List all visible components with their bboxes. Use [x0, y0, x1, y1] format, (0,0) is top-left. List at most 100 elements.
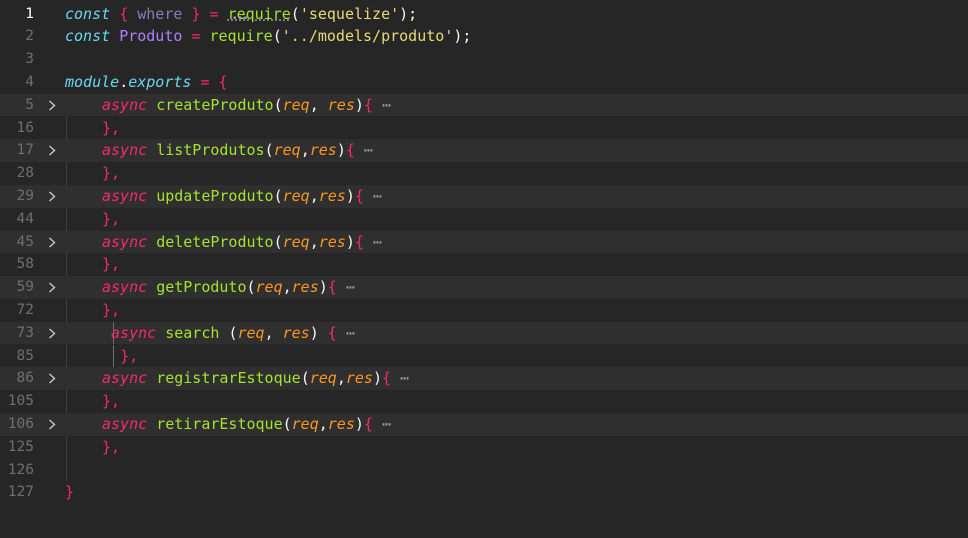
- code-text: async registrarEstoque(req,res){ ⋯: [102, 367, 409, 390]
- code-token: req: [291, 414, 319, 433]
- code-token: }: [65, 483, 75, 502]
- folded-region-ellipsis[interactable]: ⋯: [373, 96, 391, 114]
- line-number: 58: [16, 256, 34, 273]
- folded-region-ellipsis[interactable]: ⋯: [364, 233, 382, 251]
- code-token: async: [102, 95, 148, 114]
- code-editor[interactable]: 1 const { where } = require('sequelize');…: [0, 0, 968, 538]
- folded-region-ellipsis[interactable]: ⋯: [355, 141, 373, 159]
- folded-code-line[interactable]: 73 async search (req, res) { ⋯: [0, 321, 968, 345]
- line-number: 17: [16, 142, 34, 159]
- code-token: listProdutos: [156, 141, 265, 160]
- folded-code-line[interactable]: 86 async registrarEstoque(req,res){ ⋯: [0, 367, 968, 391]
- code-line[interactable]: 2 const Produto = require('../models/prod…: [0, 25, 968, 48]
- line-number: 45: [16, 233, 34, 250]
- line-number: 59: [16, 279, 34, 296]
- code-token: req: [282, 186, 310, 205]
- code-token: (: [290, 4, 300, 23]
- code-token: async: [102, 232, 148, 251]
- code-token: ,: [300, 141, 310, 160]
- code-token: ,: [336, 369, 346, 388]
- line-number: 105: [7, 393, 34, 410]
- line-number: 44: [16, 210, 34, 227]
- code-token: ,: [309, 232, 319, 251]
- code-token: (: [273, 186, 283, 205]
- code-token: where: [137, 4, 183, 23]
- code-line[interactable]: 58},: [0, 253, 968, 276]
- code-line[interactable]: 44},: [0, 208, 968, 231]
- folded-region-ellipsis[interactable]: ⋯: [337, 324, 355, 342]
- code-token: search: [165, 323, 220, 342]
- chevron-right-icon[interactable]: [44, 413, 60, 436]
- code-token: ): [345, 232, 355, 251]
- code-line[interactable]: 126: [0, 459, 968, 482]
- code-token: ): [354, 95, 364, 114]
- folded-code-line[interactable]: 106 async retirarEstoque(req,res){ ⋯: [0, 412, 968, 436]
- line-number: 106: [7, 415, 34, 432]
- code-token: sequelize: [308, 4, 391, 23]
- quick-fix-hint-dots[interactable]: •••: [232, 14, 248, 24]
- code-token: res: [327, 414, 355, 433]
- code-line[interactable]: 125},: [0, 436, 968, 459]
- code-token: =: [209, 4, 219, 23]
- folded-code-line[interactable]: 29 async updateProduto(req,res){ ⋯: [0, 184, 968, 208]
- code-line[interactable]: 28},: [0, 162, 968, 185]
- chevron-right-icon[interactable]: [44, 367, 60, 390]
- code-token: createProduto: [156, 95, 274, 114]
- code-token: res: [318, 186, 346, 205]
- code-text: const Produto = require('../models/produ…: [65, 25, 471, 48]
- code-token: (: [246, 278, 256, 297]
- code-token: ): [318, 278, 328, 297]
- code-line[interactable]: 72},: [0, 299, 968, 322]
- line-number: 5: [25, 96, 34, 113]
- code-line[interactable]: 16},: [0, 117, 968, 140]
- folded-code-line[interactable]: 45 async deleteProduto(req,res){ ⋯: [0, 230, 968, 254]
- code-line[interactable]: 1 const { where } = require('sequelize');: [0, 3, 968, 26]
- code-token: updateProduto: [156, 186, 274, 205]
- line-number: 3: [25, 51, 34, 68]
- code-token: async: [102, 278, 148, 297]
- code-token: req: [237, 323, 265, 342]
- code-token: ,: [282, 278, 292, 297]
- folded-region-ellipsis[interactable]: ⋯: [364, 187, 382, 205]
- line-number: 72: [16, 301, 34, 318]
- code-text: },: [102, 436, 120, 459]
- code-token: res: [282, 323, 310, 342]
- chevron-right-icon[interactable]: [44, 94, 60, 117]
- code-token: async: [102, 186, 148, 205]
- chevron-right-icon[interactable]: [44, 322, 60, 345]
- line-number: 73: [16, 324, 34, 341]
- code-token: async: [102, 369, 148, 388]
- code-line[interactable]: 3: [0, 48, 968, 71]
- code-text: },: [102, 162, 120, 185]
- code-token: res: [309, 141, 337, 160]
- chevron-right-icon[interactable]: [44, 185, 60, 208]
- code-line[interactable]: 105},: [0, 390, 968, 413]
- code-token: Produto: [119, 27, 183, 46]
- folded-code-line[interactable]: 5 async createProduto(req, res){ ⋯: [0, 93, 968, 117]
- code-line[interactable]: 85 },: [0, 344, 968, 368]
- folded-region-ellipsis[interactable]: ⋯: [373, 415, 391, 433]
- chevron-right-icon[interactable]: [44, 231, 60, 254]
- code-line[interactable]: 4 module.exports = {: [0, 71, 968, 94]
- folded-region-ellipsis[interactable]: ⋯: [391, 369, 409, 387]
- chevron-right-icon[interactable]: [44, 276, 60, 299]
- folded-region-ellipsis[interactable]: ⋯: [337, 278, 355, 296]
- code-text: },: [102, 253, 120, 276]
- code-token: res: [291, 278, 319, 297]
- code-token: {: [354, 232, 364, 251]
- line-number: 85: [16, 347, 34, 364]
- line-number: 2: [25, 28, 34, 45]
- chevron-right-icon[interactable]: [44, 139, 60, 162]
- code-token: {: [363, 414, 373, 433]
- folded-code-line[interactable]: 17 async listProdutos(req,res){ ⋯: [0, 139, 968, 163]
- code-token: async: [111, 323, 157, 342]
- code-line[interactable]: 127}: [0, 481, 968, 504]
- code-token: exports: [128, 72, 192, 91]
- folded-code-line[interactable]: 59 async getProduto(req,res){ ⋯: [0, 276, 968, 299]
